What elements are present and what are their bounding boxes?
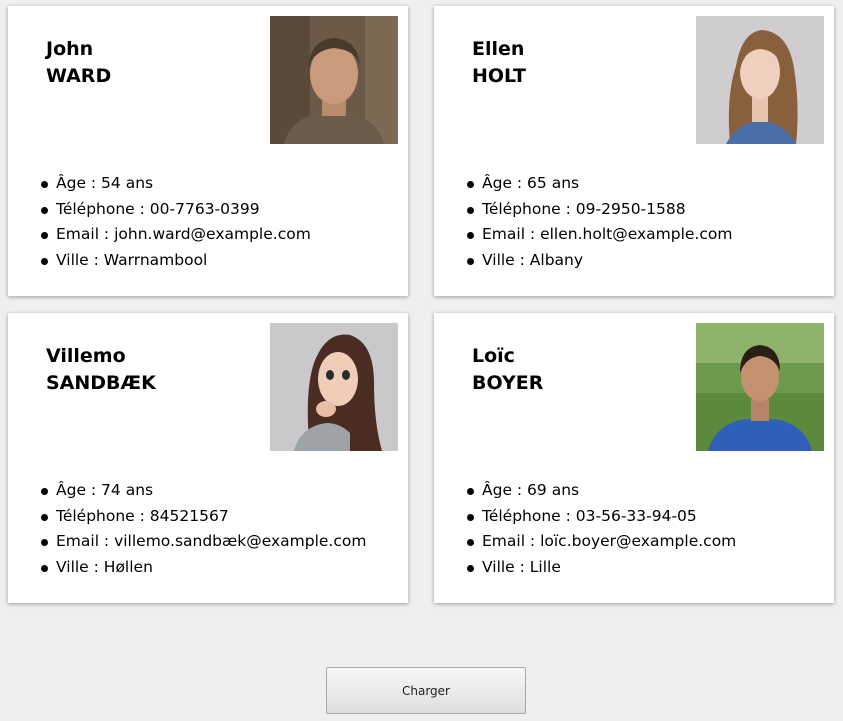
first-name: Loïc — [472, 345, 515, 367]
email-item: Email : loïc.boyer@example.com — [466, 529, 736, 555]
person-card: John WARD Âge : 54 ans Téléphone : 00-77… — [8, 6, 408, 296]
person-photo — [270, 16, 398, 144]
last-name: BOYER — [472, 372, 544, 394]
person-name: Villemo SANDBÆK — [46, 343, 156, 397]
first-name: Villemo — [46, 345, 126, 367]
city-item: Ville : Warrnambool — [41, 248, 311, 274]
person-photo — [696, 16, 824, 144]
email-item: Email : ellen.holt@example.com — [466, 222, 732, 248]
first-name: John — [46, 38, 94, 60]
age-item: Âge : 69 ans — [466, 478, 736, 504]
person-details: Âge : 54 ans Téléphone : 00-7763-0399 Em… — [41, 171, 311, 274]
person-card: Ellen HOLT Âge : 65 ans Téléphone : 09-2… — [434, 6, 834, 296]
load-button[interactable]: Charger — [326, 667, 526, 714]
age-item: Âge : 65 ans — [466, 171, 732, 197]
person-name: Loïc BOYER — [472, 343, 543, 397]
person-name: John WARD — [46, 36, 111, 90]
city-item: Ville : Høllen — [40, 555, 366, 581]
person-photo — [270, 323, 398, 451]
email-item: Email : villemo.sandbæk@example.com — [40, 529, 366, 555]
phone-item: Téléphone : 00-7763-0399 — [41, 197, 311, 223]
person-details: Âge : 69 ans Téléphone : 03-56-33-94-05 … — [466, 478, 736, 581]
phone-item: Téléphone : 09-2950-1588 — [466, 197, 732, 223]
person-details: Âge : 74 ans Téléphone : 84521567 Email … — [40, 478, 366, 581]
person-photo — [696, 323, 824, 451]
city-item: Ville : Lille — [466, 555, 736, 581]
city-item: Ville : Albany — [466, 248, 732, 274]
last-name: SANDBÆK — [46, 372, 156, 394]
person-card: Loïc BOYER Âge : 69 ans Téléphone : 03-5… — [434, 313, 834, 603]
age-item: Âge : 74 ans — [40, 478, 366, 504]
person-card: Villemo SANDBÆK Âge : 74 ans Téléphone :… — [8, 313, 408, 603]
age-item: Âge : 54 ans — [41, 171, 311, 197]
person-details: Âge : 65 ans Téléphone : 09-2950-1588 Em… — [466, 171, 732, 274]
phone-item: Téléphone : 84521567 — [40, 504, 366, 530]
last-name: WARD — [46, 65, 112, 87]
first-name: Ellen — [472, 38, 525, 60]
last-name: HOLT — [472, 65, 526, 87]
person-name: Ellen HOLT — [472, 36, 526, 90]
email-item: Email : john.ward@example.com — [41, 222, 311, 248]
phone-item: Téléphone : 03-56-33-94-05 — [466, 504, 736, 530]
